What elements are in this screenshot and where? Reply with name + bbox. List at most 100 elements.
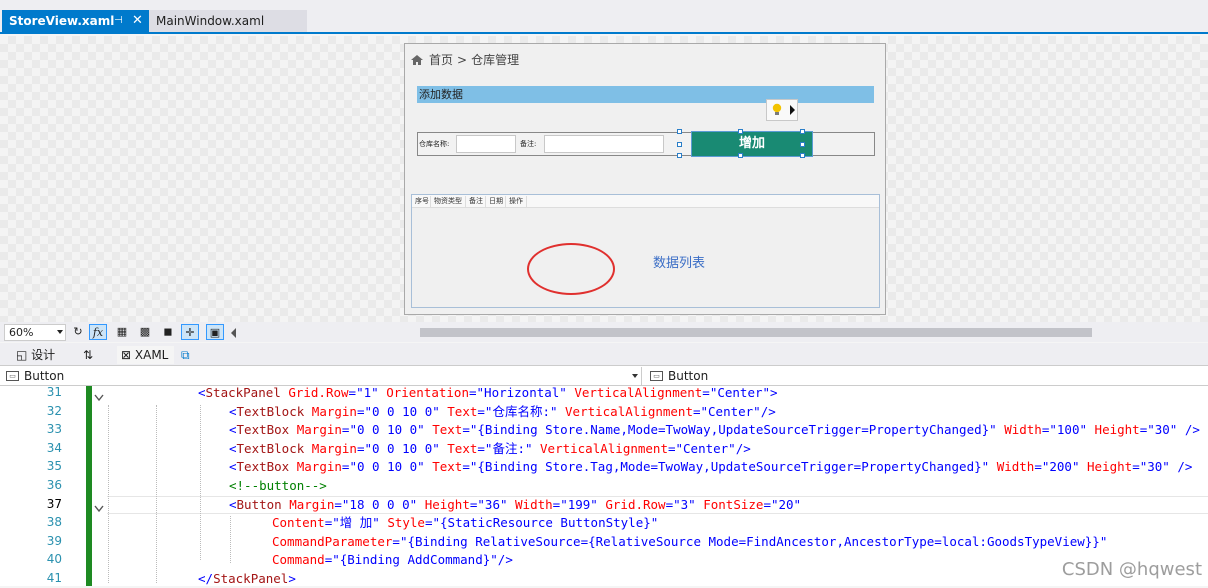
design-surface[interactable]: 首页 > 仓库管理 添加数据 仓库名称: 备注: 增加 序号 物资类型 备注 日… [0,36,1208,322]
code-text: <StackPanel Grid.Row="1" Orientation="Ho… [198,385,778,400]
line-number: 31 [46,385,62,399]
tab-storeview-xaml[interactable]: StoreView.xaml ⊣ ✕ [2,10,149,32]
lightbulb-icon [772,103,782,117]
data-grid[interactable]: 序号 物资类型 备注 日期 操作 数据列表 [411,194,880,308]
grid-header: 序号 物资类型 备注 日期 操作 [412,195,879,208]
quick-actions-button[interactable] [766,99,798,121]
code-line[interactable]: 38 Content="增 加" Style="{StaticResource B… [0,513,1208,532]
tab-mainwindow-xaml[interactable]: MainWindow.xaml [149,10,307,32]
add-data-header: 添加数据 [417,86,874,103]
annotation-circle [527,243,615,295]
refresh-icon[interactable]: ↻ [69,324,87,340]
line-number: 36 [46,478,62,492]
xaml-icon: ⊠ [121,348,132,362]
grid-icon[interactable]: ▦ [113,324,131,340]
line-number: 37 [46,496,62,511]
code-text: <TextBlock Margin="0 0 10 0" Text="备注:" … [229,440,751,456]
remark-input[interactable] [544,135,664,153]
button-type-icon: ▭ [650,371,663,381]
window-preview[interactable]: 首页 > 仓库管理 添加数据 仓库名称: 备注: 增加 序号 物资类型 备注 日… [404,43,886,315]
code-text: Content="增 加" Style="{StaticResource But… [272,515,659,531]
tab-label: MainWindow.xaml [156,14,265,28]
popout-icon[interactable]: ⧉ [181,346,190,364]
code-text: </StackPanel> [198,571,296,586]
grid-column-header[interactable]: 备注 [467,196,486,207]
code-line[interactable]: 37 <Button Margin="18 0 0 0" Height="36" … [0,495,1208,514]
zoom-value: 60% [9,326,34,339]
line-number: 40 [46,552,62,567]
close-icon[interactable]: ✕ [132,10,143,32]
code-line[interactable]: 35 <TextBox Margin="0 0 10 0" Text="{Bind… [0,457,1208,476]
code-line[interactable]: 40 Command="{Binding AddCommand}"/> [0,550,1208,569]
tab-xaml-label: XAML [134,348,169,362]
line-number: 33 [46,422,62,437]
grid-title: 数据列表 [653,256,706,271]
tab-design[interactable]: ◱ 设计 [16,346,55,364]
code-line[interactable]: 36 <!--button--> [0,476,1208,495]
breadcrumb-current: 仓库管理 [471,53,520,67]
breadcrumb: 首页 > 仓库管理 [411,51,519,67]
grid-column-header[interactable]: 日期 [487,196,506,207]
code-text: <TextBox Margin="0 0 10 0" Text="{Bindin… [229,459,1193,475]
resize-handle[interactable] [738,153,743,158]
grid-column-header[interactable]: 操作 [507,196,527,207]
code-text: <TextBox Margin="0 0 10 0" Text="{Bindin… [229,422,1200,438]
add-button[interactable]: 增加 [691,131,813,157]
code-text: <Button Margin="18 0 0 0" Height="36" Wi… [229,496,802,512]
snap-lines-icon[interactable]: ✛ [181,324,199,340]
code-line[interactable]: 33 <TextBox Margin="0 0 10 0" Text="{Bind… [0,420,1208,439]
chevron-down-icon [57,330,63,334]
breadcrumb-separator: > [457,53,468,67]
member-selector-value: Button [668,369,709,383]
snap-grid-icon[interactable]: ▩ [136,324,154,340]
code-text: <!--button--> [229,478,327,493]
xaml-code-editor[interactable]: 31 <StackPanel Grid.Row="1" Orientation="… [0,383,1208,588]
grid-column-header[interactable]: 物资类型 [432,196,466,207]
resize-handle[interactable] [800,142,805,147]
button-type-icon: ▭ [6,371,19,381]
pin-icon[interactable]: ⊣ [114,10,123,32]
code-text: CommandParameter="{Binding RelativeSourc… [272,533,1108,549]
store-name-input[interactable] [456,135,516,153]
code-line[interactable]: 31 <StackPanel Grid.Row="1" Orientation="… [0,383,1208,402]
type-selector-value: Button [24,369,65,383]
artboard-icon[interactable]: ◼ [159,324,177,340]
horizontal-scrollbar[interactable] [420,328,1092,337]
line-number: 39 [46,533,62,548]
code-line[interactable]: 34 <TextBlock Margin="0 0 10 0" Text="备注:… [0,439,1208,458]
grid-column-header[interactable]: 序号 [413,196,431,207]
code-text: <TextBlock Margin="0 0 10 0" Text="仓库名称:… [229,403,776,419]
resize-handle[interactable] [800,129,805,134]
code-text: Command="{Binding AddCommand}"/> [272,552,513,568]
resize-handle[interactable] [677,153,682,158]
resize-handle[interactable] [738,129,743,134]
form-row: 仓库名称: 备注: 增加 [417,129,875,158]
resize-handle[interactable] [677,129,682,134]
line-number: 41 [46,571,62,585]
zoom-select[interactable]: 60% [4,324,66,341]
design-icon: ◱ [16,348,28,362]
tab-label: StoreView.xaml [9,14,115,28]
store-name-label: 仓库名称: [419,140,450,148]
code-line[interactable]: 39 CommandParameter="{Binding RelativeSou… [0,532,1208,551]
resize-handle[interactable] [800,153,805,158]
watermark: CSDN @hqwest [1061,559,1202,580]
home-icon [411,54,423,65]
breadcrumb-home[interactable]: 首页 [429,53,453,67]
project-code-icon[interactable]: ▣ [206,324,224,340]
swap-panes-button[interactable]: ⇅ [83,346,93,364]
document-tab-strip: StoreView.xaml ⊣ ✕ MainWindow.xaml [0,0,1208,34]
chevron-down-icon [632,374,638,378]
code-line[interactable]: 41 </StackPanel> [0,569,1208,588]
designer-toolbar: 60% ↻ fx ▦ ▩ ◼ ✛ ▣ [0,322,1208,342]
resize-handle[interactable] [677,142,682,147]
line-number: 38 [46,515,62,530]
line-number: 32 [46,403,62,418]
scroll-left-icon[interactable] [231,328,236,338]
tab-xaml[interactable]: ⊠ XAML [117,346,175,364]
chevron-right-icon [790,105,795,115]
tab-design-label: 设计 [31,348,56,362]
fx-button[interactable]: fx [89,324,107,340]
code-line[interactable]: 32 <TextBlock Margin="0 0 10 0" Text="仓库名… [0,402,1208,421]
line-number: 34 [46,440,62,455]
